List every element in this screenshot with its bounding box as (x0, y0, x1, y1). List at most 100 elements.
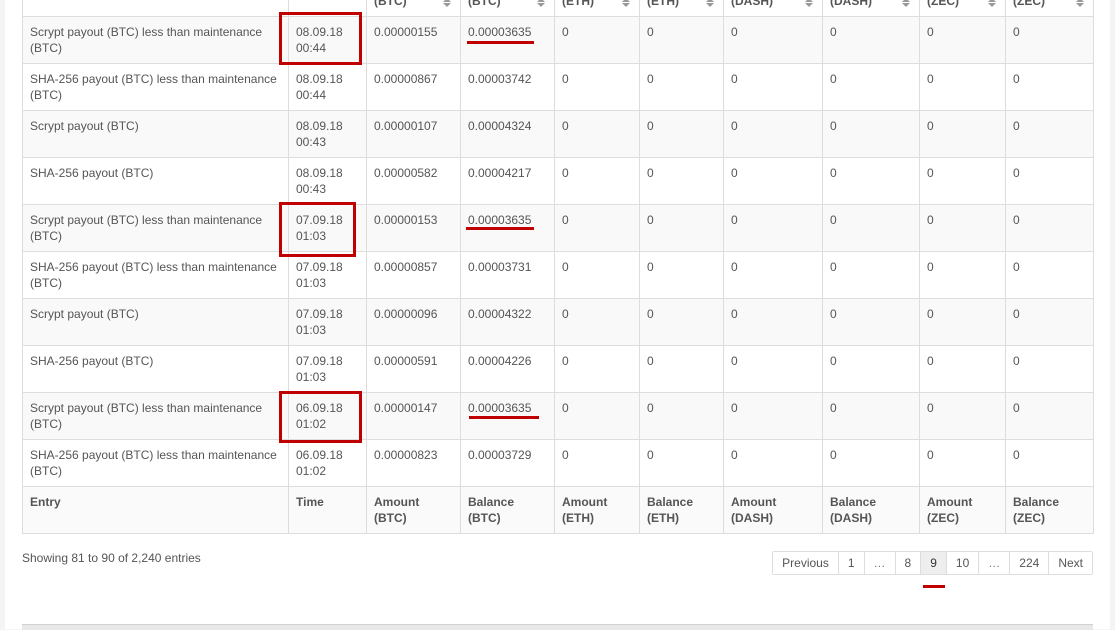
balance-btc-cell: 0.00003635 (460, 16, 555, 64)
date-text: 06.09.18 (296, 448, 343, 462)
amount-btc-cell: 0.00000582 (366, 157, 461, 205)
page-button-10[interactable]: 10 (945, 552, 979, 574)
amount-btc-cell: 0.00000823 (366, 439, 461, 487)
footer-header-line: Amount (562, 495, 608, 509)
date-text: 08.09.18 (296, 166, 343, 180)
footer-header-line: (DASH) (731, 511, 773, 525)
table-row: Scrypt payout (BTC) less than maintenanc… (22, 16, 1094, 64)
sort-arrows-icon[interactable] (443, 0, 452, 7)
time-text: 00:43 (296, 135, 327, 149)
balance-btc-cell: 0.00004226 (460, 345, 555, 393)
balance-eth-cell: 0 (639, 251, 724, 299)
footer-header-line: Entry (30, 495, 61, 509)
table-row: Scrypt payout (BTC) 07.09.18 01:03 0.000000… (22, 298, 1094, 346)
page-button-1[interactable]: 1 (837, 552, 864, 574)
amount-zec-cell: 0 (919, 392, 1006, 440)
annotation-box (279, 391, 362, 443)
amount-zec-cell: 0 (919, 439, 1006, 487)
time-cell: 07.09.18 01:03 (288, 345, 367, 393)
footer-header: Balance (DASH) (822, 486, 920, 534)
balance-zec-cell: 0 (1005, 392, 1094, 440)
time-cell: 07.09.18 01:03 (288, 298, 367, 346)
amount-dash-cell: 0 (723, 110, 823, 158)
balance-dash-cell: 0 (822, 392, 920, 440)
horizontal-scrollbar[interactable] (22, 624, 1093, 630)
sort-arrows-icon[interactable] (706, 0, 715, 7)
column-header[interactable]: (ZEC) (1005, 0, 1094, 17)
column-header[interactable]: (DASH) (822, 0, 920, 17)
footer-header-line: (BTC) (468, 511, 501, 525)
time-cell: 08.09.18 00:43 (288, 157, 367, 205)
entry-cell: SHA-256 payout (BTC) (22, 157, 289, 205)
balance-eth-cell: 0 (639, 63, 724, 111)
footer-header-line: (BTC) (374, 511, 407, 525)
amount-dash-cell: 0 (723, 298, 823, 346)
date-text: 07.09.18 (296, 260, 343, 274)
next-page-button[interactable]: Next (1048, 552, 1092, 574)
transactions-table: (BTC) (BTC) (ETH) (ETH) (DASH) (DASH) (ZEC) (ZE… (22, 0, 1094, 534)
balance-dash-cell: 0 (822, 63, 920, 111)
footer-header: Balance (BTC) (460, 486, 555, 534)
page-button-8[interactable]: 8 (894, 552, 921, 574)
previous-page-button[interactable]: Previous (773, 552, 838, 574)
time-cell: 08.09.18 00:44 (288, 63, 367, 111)
table-row: SHA-256 payout (BTC) 08.09.18 00:43 0.00000… (22, 157, 1094, 205)
sort-arrows-icon[interactable] (805, 0, 814, 7)
entry-cell: SHA-256 payout (BTC) less than maintenan… (22, 439, 289, 487)
time-text: 00:44 (296, 88, 327, 102)
sort-arrows-icon[interactable] (537, 0, 546, 7)
column-header[interactable]: (BTC) (460, 0, 555, 17)
column-header[interactable]: (BTC) (366, 0, 461, 17)
amount-dash-cell: 0 (723, 251, 823, 299)
amount-eth-cell: 0 (554, 439, 640, 487)
amount-btc-cell: 0.00000155 (366, 16, 461, 64)
amount-btc-cell: 0.00000591 (366, 345, 461, 393)
page-ellipsis: … (863, 552, 895, 574)
balance-dash-cell: 0 (822, 298, 920, 346)
amount-btc-cell: 0.00000867 (366, 63, 461, 111)
sort-arrows-icon[interactable] (902, 0, 911, 7)
amount-eth-cell: 0 (554, 298, 640, 346)
table-row: SHA-256 payout (BTC) 07.09.18 01:03 0.00000… (22, 345, 1094, 393)
entry-cell: Scrypt payout (BTC) less than maintenanc… (22, 204, 289, 252)
balance-dash-cell: 0 (822, 16, 920, 64)
amount-dash-cell: 0 (723, 439, 823, 487)
amount-zec-cell: 0 (919, 63, 1006, 111)
amount-eth-cell: 0 (554, 110, 640, 158)
footer-header-line: Balance (1013, 495, 1060, 509)
footer-header-line: Amount (927, 495, 973, 509)
sort-arrows-icon[interactable] (988, 0, 997, 7)
footer-header-line: Amount (731, 495, 777, 509)
page-button-224[interactable]: 224 (1009, 552, 1049, 574)
balance-btc-cell: 0.00004324 (460, 110, 555, 158)
balance-dash-cell: 0 (822, 157, 920, 205)
amount-eth-cell: 0 (554, 204, 640, 252)
column-header[interactable]: (ETH) (639, 0, 724, 17)
time-cell: 08.09.18 00:43 (288, 110, 367, 158)
entry-cell: SHA-256 payout (BTC) less than maintenan… (22, 251, 289, 299)
balance-eth-cell: 0 (639, 204, 724, 252)
footer-header: Balance (ZEC) (1005, 486, 1094, 534)
balance-eth-cell: 0 (639, 16, 724, 64)
sort-arrows-icon[interactable] (622, 0, 631, 7)
amount-eth-cell: 0 (554, 157, 640, 205)
column-header[interactable] (22, 0, 289, 17)
page-ellipsis: … (978, 552, 1010, 574)
balance-dash-cell: 0 (822, 439, 920, 487)
footer-header-line: (ZEC) (1013, 511, 1045, 525)
footer-header-line: (ZEC) (927, 511, 959, 525)
table-row: SHA-256 payout (BTC) less than maintenan… (22, 251, 1094, 299)
date-text: 07.09.18 (296, 307, 343, 321)
date-text: 08.09.18 (296, 72, 343, 86)
page-button-9-current[interactable]: 9 (920, 552, 946, 574)
column-header[interactable]: (ZEC) (919, 0, 1006, 17)
balance-zec-cell: 0 (1005, 157, 1094, 205)
footer-header: Entry (22, 486, 289, 534)
sort-arrows-icon[interactable] (1076, 0, 1085, 7)
table-row: SHA-256 payout (BTC) less than maintenan… (22, 63, 1094, 111)
balance-zec-cell: 0 (1005, 16, 1094, 64)
column-header[interactable]: (DASH) (723, 0, 823, 17)
date-text: 08.09.18 (296, 119, 343, 133)
footer-header-line: Amount (374, 495, 420, 509)
column-header[interactable]: (ETH) (554, 0, 640, 17)
